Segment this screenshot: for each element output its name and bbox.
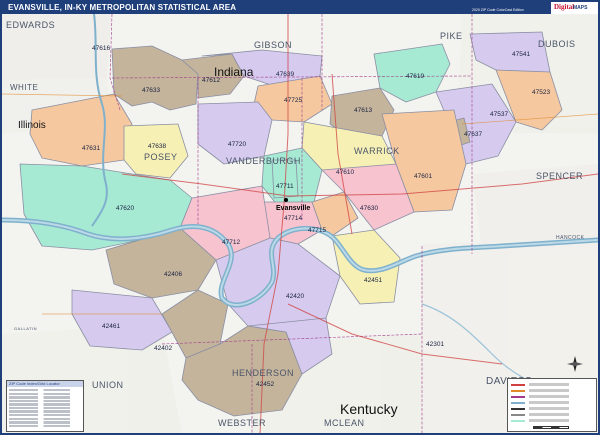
publisher-logo: Digital MAPS	[550, 2, 598, 14]
county-label-union: UNION	[92, 380, 124, 390]
map-key-row	[511, 400, 595, 405]
county-label-posey: POSEY	[144, 152, 178, 162]
zip-index-legend: ZIP Code Index/Grid Locator	[6, 380, 84, 432]
zip-label-47712: 47712	[222, 239, 240, 246]
zip-label-42402: 42402	[154, 345, 172, 352]
state-label-kentucky: Kentucky	[340, 401, 398, 417]
map-key-row	[511, 394, 595, 399]
zip-label-47541: 47541	[512, 51, 530, 58]
map-frame: EVANSVILLE, IN-KY METROPOLITAN STATISTIC…	[0, 0, 600, 435]
county-label-webster: WEBSTER	[218, 418, 266, 428]
state-label-illinois: Illinois	[18, 120, 46, 131]
zip-label-47630: 47630	[360, 205, 378, 212]
zip-label-47620: 47620	[116, 205, 134, 212]
zip-label-47601: 47601	[414, 173, 432, 180]
title-bar: EVANSVILLE, IN-KY METROPOLITAN STATISTIC…	[2, 2, 598, 14]
zip-label-47619: 47619	[406, 73, 424, 80]
zip-label-47638: 47638	[148, 143, 166, 150]
map-key-row	[511, 412, 595, 417]
zip-label-47720: 47720	[228, 141, 246, 148]
map-title: EVANSVILLE, IN-KY METROPOLITAN STATISTIC…	[8, 3, 237, 12]
county-label-warrick: WARRICK	[354, 146, 400, 156]
county-label-mclean: MCLEAN	[324, 418, 365, 428]
zip-label-47523: 47523	[532, 89, 550, 96]
zip-label-47633: 47633	[142, 87, 160, 94]
zip-index-heading: ZIP Code Index/Grid Locator	[7, 381, 83, 387]
zip-label-47612: 47612	[202, 77, 220, 84]
zip-label-47714: 47714	[284, 215, 302, 222]
zip-label-47637: 47637	[464, 131, 482, 138]
zip-label-42420: 42420	[286, 293, 304, 300]
county-label-dubois: DUBOIS	[538, 39, 576, 49]
evansville-marker	[284, 198, 288, 202]
county-label-gibson: GIBSON	[254, 40, 292, 50]
county-label-hancock: HANCOCK	[556, 235, 585, 241]
zip-index-rows	[9, 389, 81, 428]
edition-label: 2020 ZIP Code ColorCast Edition	[472, 8, 524, 12]
zip-label-47715: 47715	[308, 227, 326, 234]
city-label-evansville: Evansville	[276, 205, 310, 212]
county-label-vanderburgh: VANDERBURGH	[226, 156, 301, 166]
zip-label-47613: 47613	[354, 107, 372, 114]
county-label-spencer: SPENCER	[536, 171, 583, 181]
logo-sub: MAPS	[573, 5, 588, 11]
zip-label-42406: 42406	[164, 271, 182, 278]
zip-label-42301: 42301	[426, 341, 444, 348]
county-label-gallatin: GALLATIN	[14, 326, 37, 331]
zip-map-canvas: EDWARDS WHITE GIBSON PIKE DUBOIS POSEY V…	[2, 14, 598, 433]
zip-label-47711: 47711	[276, 183, 294, 190]
zip-label-47610: 47610	[336, 169, 354, 176]
county-label-henderson: HENDERSON	[232, 368, 294, 378]
logo-brand: Digital	[554, 3, 575, 11]
zip-label-47616: 47616	[92, 45, 110, 52]
zip-label-47631: 47631	[82, 145, 100, 152]
zip-label-42452: 42452	[256, 381, 274, 388]
map-key-row	[511, 382, 595, 387]
map-key-row	[511, 418, 595, 423]
zip-label-47537: 47537	[490, 111, 508, 118]
zip-label-42461: 42461	[102, 323, 120, 330]
map-key-row	[511, 388, 595, 393]
county-label-pike: PIKE	[440, 31, 463, 41]
map-key-row	[511, 406, 595, 411]
zip-label-42451: 42451	[364, 277, 382, 284]
county-label-edwards: EDWARDS	[6, 20, 55, 30]
map-key	[507, 378, 597, 432]
scale-bar	[533, 426, 569, 429]
county-label-white: WHITE	[10, 83, 38, 92]
compass-icon	[567, 356, 583, 372]
zip-label-47639: 47639	[276, 71, 294, 78]
zip-label-47725: 47725	[284, 97, 302, 104]
